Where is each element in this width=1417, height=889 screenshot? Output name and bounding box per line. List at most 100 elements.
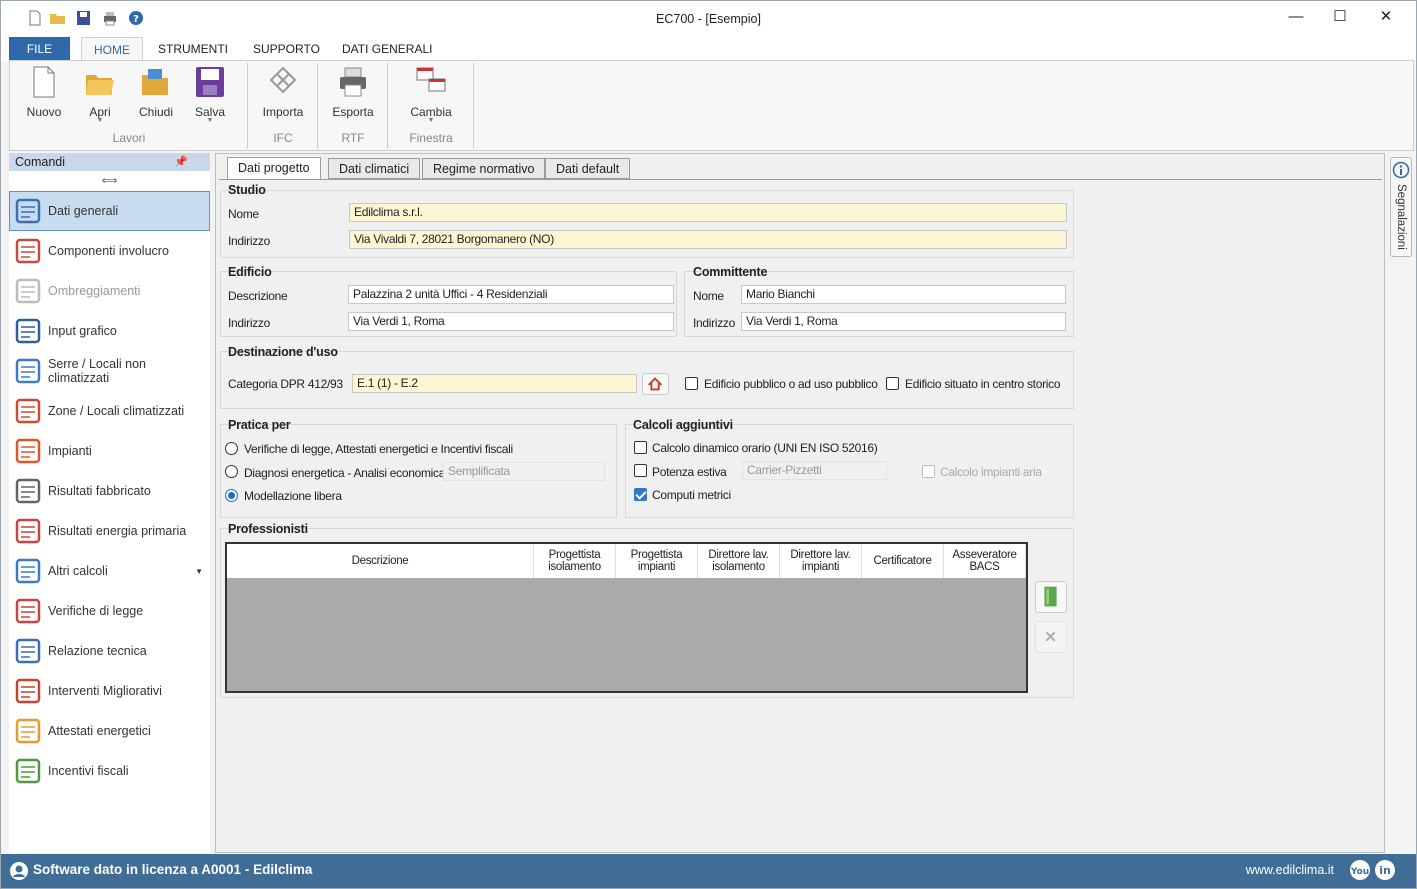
pin-icon[interactable]: 📌 (174, 153, 188, 171)
command-label: Zone / Locali climatizzati (48, 404, 185, 418)
command-item[interactable]: Interventi Migliorativi (9, 671, 210, 711)
command-item[interactable]: Serre / Locali non climatizzati (9, 351, 210, 391)
edificio-title: Edificio (228, 265, 272, 279)
categoria-label: Categoria DPR 412/93 (228, 377, 343, 391)
save-button[interactable]: Salva ▼ (184, 65, 236, 124)
col-progettista-impianti[interactable]: Progettista impianti (616, 544, 698, 578)
command-item[interactable]: Risultati energia primaria (9, 511, 210, 551)
command-item[interactable]: Dati generali (9, 191, 210, 231)
computi-checkbox[interactable] (634, 488, 647, 501)
studio-indirizzo-input[interactable]: Via Vivaldi 7, 28021 Borgomanero (NO) (349, 230, 1067, 249)
command-label: Risultati energia primaria (48, 524, 187, 538)
shading-icon (15, 278, 41, 304)
new-button[interactable]: Nuovo (18, 65, 70, 119)
command-item[interactable]: Zone / Locali climatizzati (9, 391, 210, 431)
edificio-indirizzo-input[interactable]: Via Verdi 1, Roma (348, 312, 674, 331)
professionisti-table[interactable]: Descrizione Progettista isolamento Proge… (225, 542, 1028, 693)
command-label: Altri calcoli (48, 564, 108, 578)
delete-professional-button[interactable] (1035, 621, 1067, 653)
command-label: Attestati energetici (48, 724, 151, 738)
diagnosi-mode-select[interactable]: Semplificata (443, 462, 605, 481)
commands-title: Comandi (15, 155, 66, 169)
status-bar: Software dato in licenza a A0001 - Edilc… (1, 854, 1416, 888)
switch-window-button[interactable]: Cambia ▼ (405, 65, 457, 124)
edificio-descrizione-input[interactable]: Palazzina 2 unità Uffici - 4 Residenzial… (348, 285, 674, 304)
command-item[interactable]: Impianti (9, 431, 210, 471)
estiva-label: Potenza estiva (652, 465, 727, 479)
title-bar: ? EC700 - [Esempio] — ☐ ✕ (1, 1, 1416, 35)
calculator-icon (15, 558, 41, 584)
command-item[interactable]: Risultati fabbricato (9, 471, 210, 511)
command-item[interactable]: Altri calcoli ▼ (9, 551, 210, 591)
right-sidebar (1387, 153, 1416, 853)
studio-nome-label: Nome (228, 207, 259, 221)
category-picker-button[interactable] (642, 373, 669, 395)
categoria-input[interactable]: E.1 (1) - E.2 (352, 374, 637, 393)
col-certificatore[interactable]: Certificatore (862, 544, 944, 578)
commands-panel: Comandi 📌 ⟺ Dati generali Componenti invol… (9, 153, 210, 853)
add-professional-button[interactable] (1035, 581, 1067, 613)
estiva-method-select[interactable]: Carrier-Pizzetti (742, 461, 887, 480)
committente-nome-input[interactable]: Mario Bianchi (741, 285, 1066, 304)
maximize-button[interactable]: ☐ (1317, 5, 1363, 29)
segnalazioni-tab[interactable]: Segnalazioni (1390, 157, 1412, 257)
col-asseveratore-bacs[interactable]: Asseveratore BACS (944, 544, 1026, 578)
close-button[interactable]: ✕ (1363, 5, 1409, 29)
command-item[interactable]: Ombreggiamenti (9, 271, 210, 311)
pratica-option-diagnosi-label: Diagnosi energetica - Analisi economica (244, 466, 446, 480)
website-link[interactable]: www.edilclima.it (1246, 863, 1334, 877)
command-item[interactable]: Verifiche di legge (9, 591, 210, 631)
splitter-handle-icon[interactable]: ⟺ (9, 171, 210, 191)
dinamico-checkbox[interactable] (634, 441, 647, 454)
import-button[interactable]: Importa (257, 65, 309, 119)
estiva-checkbox[interactable] (634, 464, 647, 477)
professionisti-title: Professionisti (228, 522, 308, 536)
close-label: Chiudi (138, 105, 174, 119)
centro-storico-checkbox[interactable] (886, 377, 899, 390)
col-direttore-impianti[interactable]: Direttore lav. impianti (780, 544, 862, 578)
command-label: Relazione tecnica (48, 644, 147, 658)
results-table-icon (15, 478, 41, 504)
command-item[interactable]: Incentivi fiscali (9, 751, 210, 791)
dinamico-label: Calcolo dinamico orario (UNI EN ISO 5201… (652, 441, 878, 455)
tab-home[interactable]: HOME (81, 37, 143, 61)
pratica-option-modellazione[interactable] (225, 489, 238, 502)
command-item[interactable]: Relazione tecnica (9, 631, 210, 671)
col-direttore-isolamento[interactable]: Direttore lav. isolamento (698, 544, 780, 578)
tab-dati-progetto[interactable]: Dati progetto (227, 157, 321, 180)
col-descrizione[interactable]: Descrizione (227, 544, 534, 578)
delete-icon (1045, 631, 1056, 642)
pratica-option-diagnosi[interactable] (225, 465, 238, 478)
col-progettista-isolamento[interactable]: Progettista isolamento (534, 544, 616, 578)
command-label: Impianti (48, 444, 92, 458)
tab-dati-default[interactable]: Dati default (545, 158, 631, 179)
svg-text:in: in (1379, 864, 1391, 877)
destinazione-title: Destinazione d'uso (228, 345, 338, 359)
command-item[interactable]: Componenti involucro (9, 231, 210, 271)
pubblico-checkbox[interactable] (685, 377, 698, 390)
export-button[interactable]: Esporta (327, 65, 379, 119)
app-window: ? EC700 - [Esempio] — ☐ ✕ FILE HOME STRU… (0, 0, 1417, 889)
table-header: Descrizione Progettista isolamento Proge… (227, 544, 1026, 578)
close-doc-button[interactable]: Chiudi (130, 65, 182, 119)
ribbon-separator (473, 63, 474, 149)
studio-nome-input[interactable]: Edilclima s.r.l. (349, 203, 1067, 222)
tab-strumenti[interactable]: STRUMENTI (146, 37, 240, 61)
tab-supporto[interactable]: SUPPORTO (241, 37, 332, 61)
impianti-aria-checkbox[interactable] (922, 465, 935, 478)
pratica-option-verifiche[interactable] (225, 442, 238, 455)
tab-regime-normativo[interactable]: Regime normativo (422, 158, 546, 179)
command-item[interactable]: Attestati energetici (9, 711, 210, 751)
linkedin-icon[interactable]: in (1374, 859, 1396, 881)
minimize-button[interactable]: — (1273, 5, 1319, 29)
command-item[interactable]: Input grafico (9, 311, 210, 351)
tab-dati-climatici[interactable]: Dati climatici (328, 158, 421, 179)
tab-file[interactable]: FILE (9, 37, 70, 61)
group-lavori: Lavori (112, 131, 146, 145)
svg-text:You: You (1350, 867, 1369, 877)
youtube-icon[interactable]: You (1349, 859, 1371, 881)
open-button[interactable]: Apri ▼ (74, 65, 126, 124)
tab-dati-generali[interactable]: DATI GENERALI (330, 37, 444, 61)
committente-title: Committente (693, 265, 768, 279)
committente-indirizzo-input[interactable]: Via Verdi 1, Roma (741, 312, 1066, 331)
